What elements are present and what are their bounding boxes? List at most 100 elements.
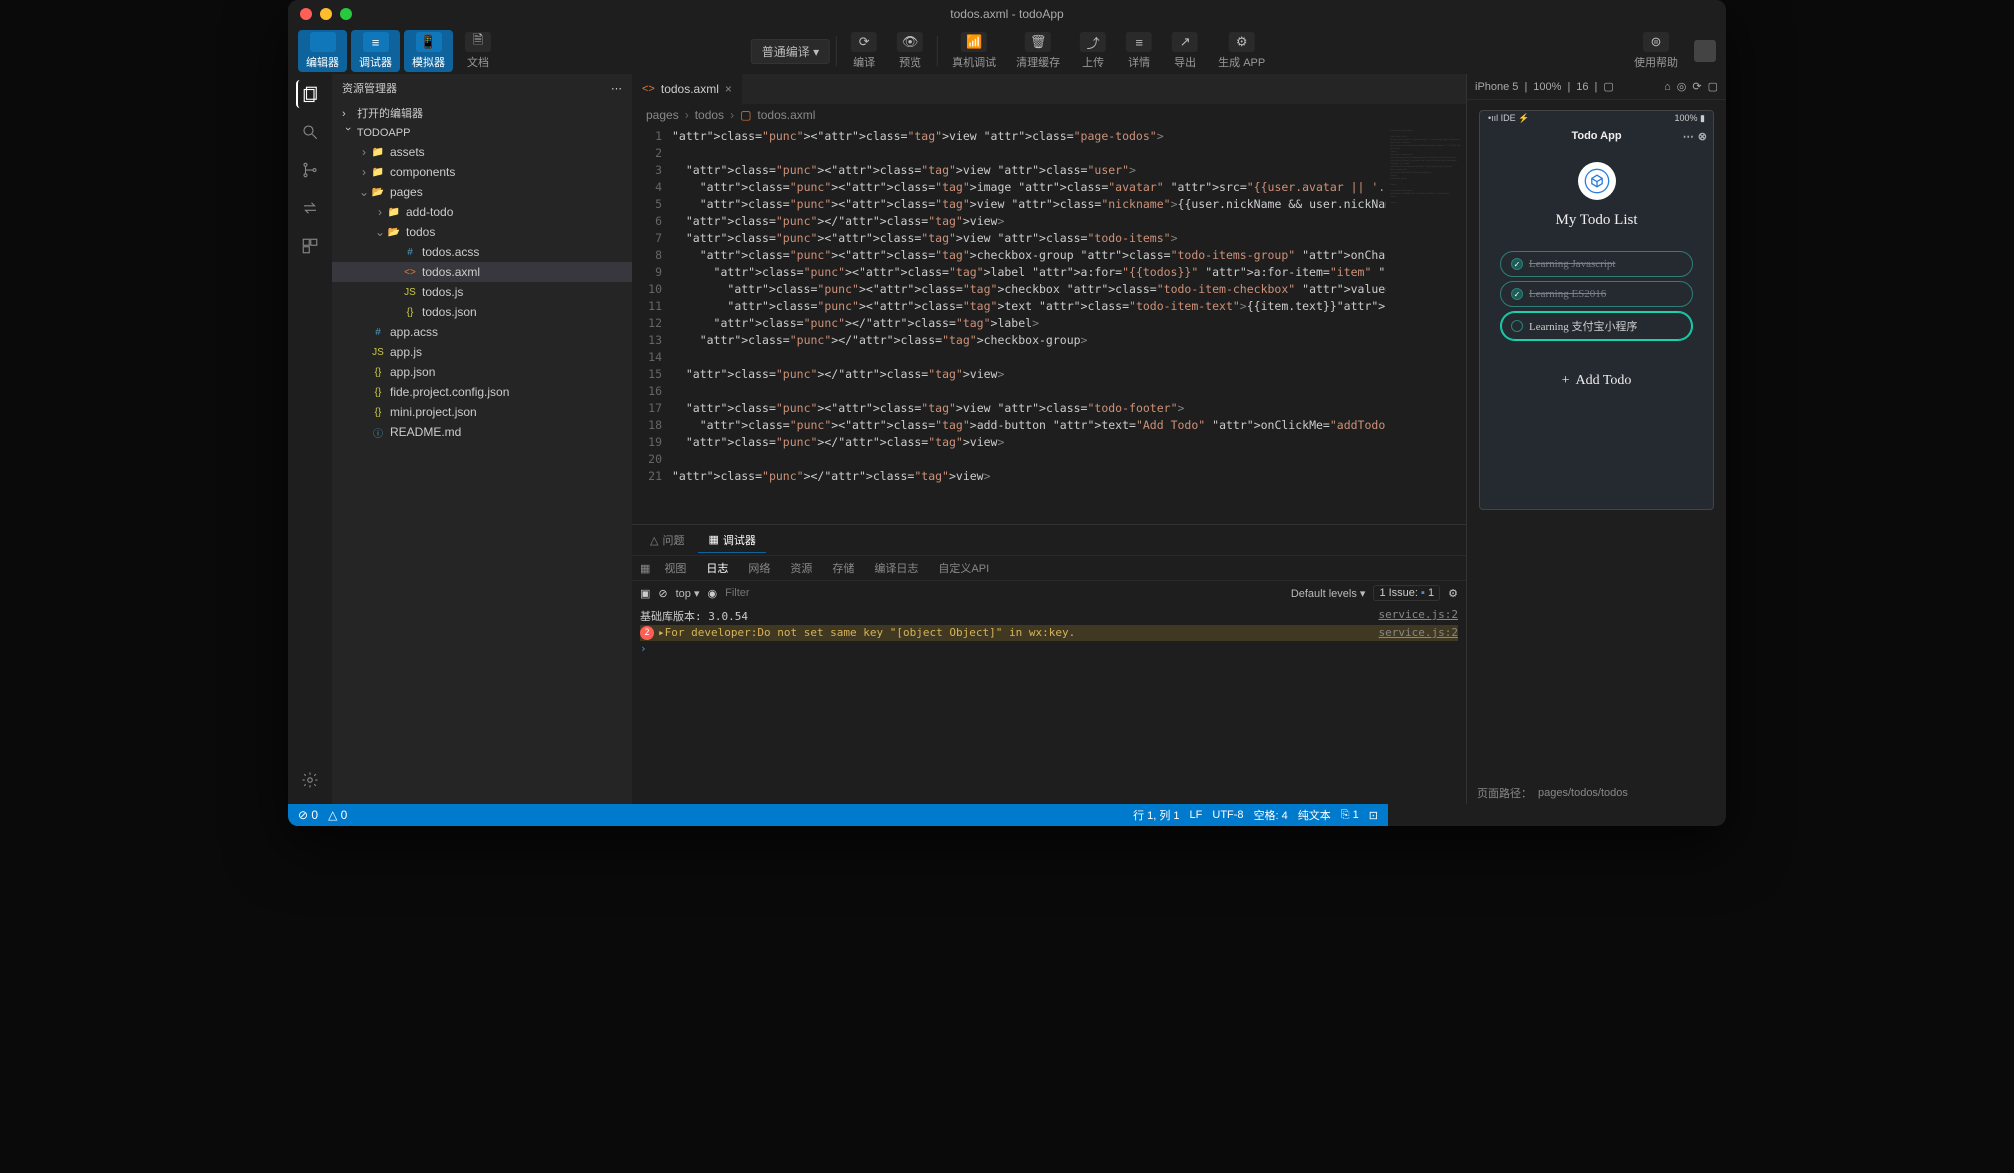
generate-app-button[interactable]: ⚙生成 APP bbox=[1210, 30, 1273, 72]
home-icon[interactable]: ⌂ bbox=[1664, 81, 1671, 93]
real-device-button[interactable]: 📶真机调试 bbox=[944, 30, 1004, 72]
details-button[interactable]: ≡详情 bbox=[1118, 30, 1160, 72]
tree-item-todos-acss[interactable]: #todos.acss bbox=[332, 242, 632, 262]
upload-button[interactable]: ⤴上传 bbox=[1072, 30, 1114, 72]
tree-item-app-js[interactable]: JSapp.js bbox=[332, 342, 632, 362]
toolbar-icon: 📶 bbox=[961, 32, 987, 52]
subtab-日志[interactable]: 日志 bbox=[700, 558, 734, 578]
breadcrumb-item[interactable]: todos.axml bbox=[757, 108, 815, 122]
problems-tab[interactable]: △ 问题 bbox=[640, 528, 694, 552]
editor-tab[interactable]: <> todos.axml × bbox=[632, 74, 743, 104]
export-button[interactable]: ↗导出 bbox=[1164, 30, 1206, 72]
zoom-select[interactable]: 100% bbox=[1533, 81, 1561, 93]
line-ending[interactable]: LF bbox=[1190, 809, 1203, 821]
location-icon[interactable]: ◎ bbox=[1677, 80, 1687, 93]
subtab-编译日志[interactable]: 编译日志 bbox=[868, 558, 924, 578]
tree-item-todos-js[interactable]: JStodos.js bbox=[332, 282, 632, 302]
explorer-icon[interactable] bbox=[296, 80, 324, 108]
clear-console-icon[interactable]: ⊘ bbox=[658, 587, 667, 600]
simulator-toggle[interactable]: 📱模拟器 bbox=[404, 30, 453, 72]
swap-icon[interactable] bbox=[296, 194, 324, 222]
more-icon[interactable]: ▢ bbox=[1708, 80, 1718, 93]
console-prompt[interactable]: › bbox=[640, 642, 647, 655]
tree-item-todos[interactable]: ⌄📂todos bbox=[332, 222, 632, 242]
tree-item-label: add-todo bbox=[406, 205, 453, 219]
warnings-status[interactable]: △ 0 bbox=[328, 808, 347, 822]
console-source-link[interactable]: service.js:2 bbox=[1379, 626, 1458, 640]
subtab-自定义API[interactable]: 自定义API bbox=[932, 558, 995, 578]
tree-item-fide-project-config-json[interactable]: {}fide.project.config.json bbox=[332, 382, 632, 402]
subtab-网络[interactable]: 网络 bbox=[742, 558, 776, 578]
menu-icon[interactable]: ⋯ bbox=[1683, 130, 1694, 143]
settings-icon[interactable] bbox=[296, 766, 324, 794]
checkbox-icon[interactable] bbox=[1511, 320, 1523, 332]
tree-item-todos-json[interactable]: {}todos.json bbox=[332, 302, 632, 322]
tree-item-app-json[interactable]: {}app.json bbox=[332, 362, 632, 382]
console-source-link[interactable]: service.js:2 bbox=[1379, 608, 1458, 624]
screenshot-icon[interactable]: ⟳ bbox=[1692, 80, 1701, 93]
help-button[interactable]: ⊜ 使用帮助 bbox=[1626, 30, 1686, 72]
tree-item-app-acss[interactable]: #app.acss bbox=[332, 322, 632, 342]
language-mode[interactable]: 纯文本 bbox=[1298, 807, 1331, 823]
close-tab-icon[interactable]: × bbox=[725, 82, 732, 96]
filter-input[interactable] bbox=[725, 587, 1125, 599]
clear-cache-button[interactable]: 🗑清理缓存 bbox=[1008, 30, 1068, 72]
close-app-icon[interactable]: ⊗ bbox=[1698, 130, 1707, 143]
project-section[interactable]: TODOAPP bbox=[332, 124, 632, 142]
stop-icon[interactable]: ▣ bbox=[640, 587, 650, 600]
layout-icon[interactable]: ▦ bbox=[640, 562, 650, 575]
minimap[interactable]: <view class="page-todos"> <view class="u… bbox=[1386, 126, 1466, 524]
sidebar-more-icon[interactable]: ⋯ bbox=[611, 82, 622, 95]
device-select[interactable]: iPhone 5 bbox=[1475, 81, 1518, 93]
tree-item-todos-axml[interactable]: <>todos.axml bbox=[332, 262, 632, 282]
indentation[interactable]: 空格: 4 bbox=[1254, 807, 1288, 823]
tree-item-components[interactable]: ›📁components bbox=[332, 162, 632, 182]
close-window-icon[interactable] bbox=[300, 8, 312, 20]
console-output[interactable]: 基础库版本: 3.0.54service.js:22▸For developer… bbox=[632, 605, 1466, 804]
checkbox-icon[interactable]: ✓ bbox=[1511, 288, 1523, 300]
debugger-toggle[interactable]: ≡调试器 bbox=[351, 30, 400, 72]
settings-gear-icon[interactable]: ⚙ bbox=[1448, 587, 1458, 600]
checkbox-icon[interactable]: ✓ bbox=[1511, 258, 1523, 270]
tree-item-mini-project-json[interactable]: {}mini.project.json bbox=[332, 402, 632, 422]
preview-button[interactable]: 👁预览 bbox=[889, 30, 931, 72]
docs-button[interactable]: 🗎文档 bbox=[457, 30, 499, 72]
levels-select[interactable]: Default levels ▾ bbox=[1291, 587, 1366, 600]
add-todo-button[interactable]: + Add Todo bbox=[1562, 373, 1632, 389]
compile-mode-select[interactable]: 普通编译 ▾ bbox=[751, 39, 830, 64]
layout-indicator[interactable]: ⎘ 1 bbox=[1341, 809, 1359, 822]
rotate-icon[interactable]: ▢ bbox=[1603, 80, 1613, 93]
opened-editors-section[interactable]: 打开的编辑器 bbox=[332, 102, 632, 124]
tree-item-assets[interactable]: ›📁assets bbox=[332, 142, 632, 162]
git-icon[interactable] bbox=[296, 156, 324, 184]
feedback-icon[interactable]: ⊡ bbox=[1369, 809, 1378, 822]
eye-icon[interactable]: ◉ bbox=[708, 587, 718, 600]
todo-item[interactable]: ✓Learning ES2016 bbox=[1500, 281, 1693, 307]
minimize-window-icon[interactable] bbox=[320, 8, 332, 20]
issues-badge[interactable]: 1 Issue: ▪ 1 bbox=[1373, 585, 1440, 601]
tree-item-add-todo[interactable]: ›📁add-todo bbox=[332, 202, 632, 222]
editor-body[interactable]: 123456789101112131415161718192021 "attr"… bbox=[632, 126, 1466, 524]
maximize-window-icon[interactable] bbox=[340, 8, 352, 20]
subtab-视图[interactable]: 视图 bbox=[658, 558, 692, 578]
breadcrumb-item[interactable]: pages bbox=[646, 108, 679, 122]
encoding[interactable]: UTF-8 bbox=[1212, 809, 1243, 821]
editor-toggle[interactable]: 编辑器 bbox=[298, 30, 347, 72]
breadcrumb-item[interactable]: todos bbox=[695, 108, 724, 122]
tree-item-README-md[interactable]: ⓘREADME.md bbox=[332, 422, 632, 442]
user-avatar[interactable] bbox=[1694, 40, 1716, 62]
tree-item-pages[interactable]: ⌄📂pages bbox=[332, 182, 632, 202]
search-icon[interactable] bbox=[296, 118, 324, 146]
cursor-position[interactable]: 行 1, 列 1 bbox=[1133, 807, 1179, 823]
errors-status[interactable]: ⊘ 0 bbox=[298, 808, 318, 822]
subtab-存储[interactable]: 存储 bbox=[826, 558, 860, 578]
todo-item[interactable]: Learning 支付宝小程序 bbox=[1500, 311, 1693, 341]
subtab-资源[interactable]: 资源 bbox=[784, 558, 818, 578]
debugger-tab[interactable]: ▦ 调试器 bbox=[698, 528, 765, 553]
context-select[interactable]: top ▾ bbox=[676, 587, 700, 600]
code-content[interactable]: "attr">class="punc"><"attr">class="tag">… bbox=[672, 126, 1386, 524]
compile-button[interactable]: ⟳编译 bbox=[843, 30, 885, 72]
font-select[interactable]: 16 bbox=[1576, 81, 1588, 93]
extensions-icon[interactable] bbox=[296, 232, 324, 260]
todo-item[interactable]: ✓Learning Javascript bbox=[1500, 251, 1693, 277]
